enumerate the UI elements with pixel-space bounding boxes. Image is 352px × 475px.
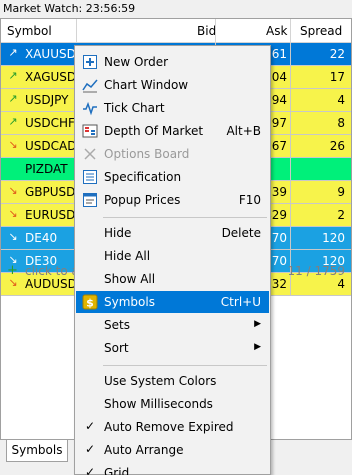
menu-item-label: Use System Colors — [104, 374, 217, 388]
menu-item-label: Show All — [104, 272, 156, 286]
menu-item-label: Auto Arrange — [104, 443, 184, 457]
down-arrow-icon: ↘ — [8, 230, 18, 243]
menu-item-new-order[interactable]: New Order — [76, 51, 269, 73]
menu-item-auto-remove-expired[interactable]: ✓ Auto Remove Expired — [76, 416, 269, 438]
spread-value: 4 — [337, 93, 345, 107]
col-symbol[interactable]: Symbol — [7, 24, 52, 38]
menu-item-label: Popup Prices — [104, 193, 181, 207]
symbols-icon: $ — [82, 294, 98, 310]
menu-item-label: Chart Window — [104, 78, 189, 92]
up-arrow-icon: ↗ — [8, 46, 18, 59]
tick-chart-icon — [82, 100, 98, 116]
menu-item-chart-window[interactable]: Chart Window — [76, 74, 269, 96]
column-header: Symbol Bid Ask Spread — [1, 19, 351, 43]
spread-value: 120 — [322, 231, 345, 245]
menu-separator — [103, 365, 267, 366]
menu-item-label: Hide All — [104, 249, 151, 263]
symbol-name: USDJPY — [25, 93, 69, 107]
menu-item-label: Specification — [104, 170, 182, 184]
symbol-name: USDCAD — [25, 139, 77, 153]
menu-item-popup-prices[interactable]: Popup Prices F10 — [76, 189, 269, 211]
symbol-name: GBPUSD — [25, 185, 76, 199]
specification-icon — [82, 169, 98, 185]
menu-item-label: Depth Of Market — [104, 124, 204, 138]
up-arrow-icon: ↗ — [8, 69, 18, 82]
plus-icon: + — [7, 263, 18, 278]
menu-item-auto-arrange[interactable]: ✓ Auto Arrange — [76, 439, 269, 461]
menu-item-options-board: Options Board — [76, 143, 269, 165]
menu-item-depth-of-market[interactable]: Depth Of Market Alt+B — [76, 120, 269, 142]
menu-item-label: Hide — [104, 226, 132, 240]
check-icon: ✓ — [85, 442, 96, 456]
window-title: Market Watch: 23:56:59 — [0, 0, 352, 18]
col-bid[interactable]: Bid — [197, 24, 216, 38]
menu-shortcut: Delete — [221, 226, 261, 240]
down-arrow-icon: ↘ — [8, 184, 18, 197]
menu-item-label: Sort — [104, 341, 129, 355]
popup-prices-icon — [82, 192, 98, 208]
menu-item-label: Show Milliseconds — [104, 397, 213, 411]
options-board-icon — [82, 146, 98, 162]
menu-shortcut: Alt+B — [226, 124, 261, 138]
spread-value: 17 — [329, 70, 345, 84]
menu-item-use-system-colors[interactable]: Use System Colors — [76, 370, 269, 392]
menu-item-label: Grid — [104, 466, 130, 475]
menu-item-hide-all[interactable]: Hide All — [76, 245, 269, 267]
menu-item-label: Symbols — [104, 295, 155, 309]
symbol-count: 11 / 1759 — [287, 264, 345, 278]
chart-window-icon — [82, 77, 98, 93]
spread-value: 22 — [329, 47, 345, 61]
check-icon: ✓ — [85, 465, 96, 475]
symbol-name: PIZDAT — [25, 162, 68, 176]
menu-item-sort[interactable]: Sort ▶ — [76, 337, 269, 359]
add-symbol-hint[interactable]: click to a — [25, 264, 79, 278]
menu-item-hide[interactable]: Hide Delete — [76, 222, 269, 244]
up-arrow-icon: ↗ — [8, 92, 18, 105]
menu-separator — [103, 217, 267, 218]
spread-value: 2 — [337, 208, 345, 222]
menu-item-label: New Order — [104, 55, 169, 69]
spread-value: 26 — [329, 139, 345, 153]
col-spread[interactable]: Spread — [300, 24, 342, 38]
spread-value: 8 — [337, 116, 345, 130]
ask-value: 61 — [271, 47, 287, 61]
menu-item-label: Options Board — [104, 147, 190, 161]
symbol-name: DE40 — [25, 231, 58, 245]
symbol-name: XAUUSD — [25, 47, 76, 61]
symbol-name: XAGUSD — [25, 70, 77, 84]
menu-item-label: Auto Remove Expired — [104, 420, 234, 434]
tab-symbols[interactable]: Symbols — [6, 440, 68, 462]
menu-item-grid[interactable]: ✓ Grid — [76, 462, 269, 475]
svg-text:$: $ — [86, 297, 94, 310]
up-arrow-icon: ↗ — [8, 115, 18, 128]
spread-value: 9 — [337, 185, 345, 199]
menu-item-specification[interactable]: Specification — [76, 166, 269, 188]
check-icon: ✓ — [85, 419, 96, 433]
menu-item-sets[interactable]: Sets ▶ — [76, 314, 269, 336]
symbol-name: USDCHF — [25, 116, 75, 130]
menu-item-label: Tick Chart — [104, 101, 165, 115]
down-arrow-icon: ↘ — [8, 207, 18, 220]
menu-item-label: Sets — [104, 318, 130, 332]
col-ask[interactable]: Ask — [266, 24, 287, 38]
symbol-name: EURUSD — [25, 208, 76, 222]
menu-shortcut: Ctrl+U — [220, 295, 261, 309]
submenu-arrow-icon: ▶ — [254, 319, 261, 329]
depth-of-market-icon — [82, 123, 98, 139]
submenu-arrow-icon: ▶ — [254, 342, 261, 352]
menu-item-symbols[interactable]: $ Symbols Ctrl+U — [76, 291, 269, 313]
menu-item-show-milliseconds[interactable]: Show Milliseconds — [76, 393, 269, 415]
new-order-icon — [82, 54, 98, 70]
menu-shortcut: F10 — [238, 193, 261, 207]
menu-item-tick-chart[interactable]: Tick Chart — [76, 97, 269, 119]
context-menu: New Order Chart Window Tick Chart Depth Of … — [74, 45, 271, 475]
menu-item-show-all[interactable]: Show All — [76, 268, 269, 290]
down-arrow-icon: ↘ — [8, 138, 18, 151]
